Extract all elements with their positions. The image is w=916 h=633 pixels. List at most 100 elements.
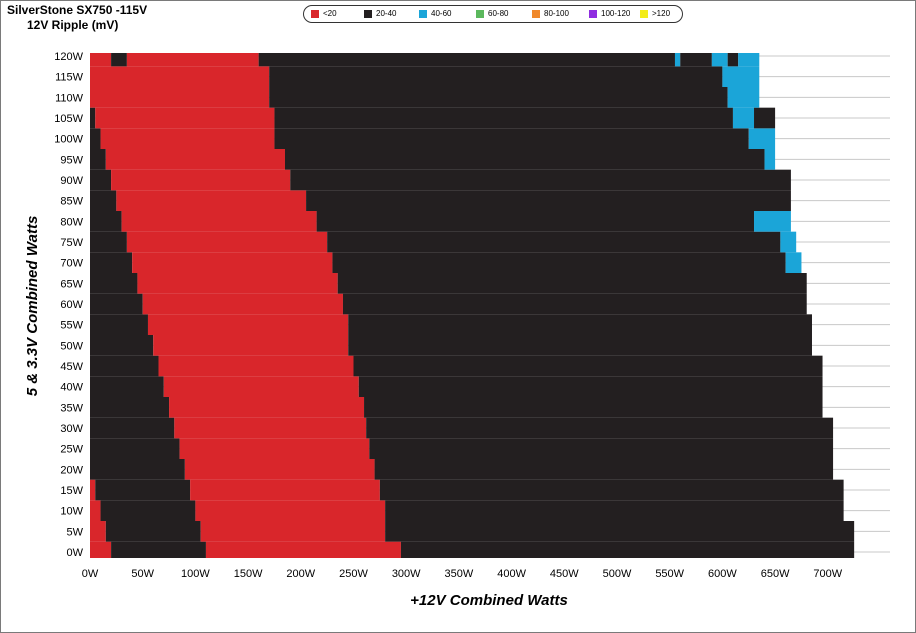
y-tick-label: 70W: [60, 258, 83, 270]
heatmap-cell: [90, 190, 117, 211]
heatmap-cell: [722, 66, 760, 87]
heatmap-cell: [100, 128, 275, 149]
heatmap-cell: [342, 293, 807, 315]
heatmap-cell: [90, 107, 96, 129]
y-axis-ticks: 0W 5W 10W 15W 20W 25W 30W 35W 40W 45W 50W 55W 60W 65W…: [54, 51, 83, 559]
x-tick-label: 700W: [813, 568, 842, 580]
heatmap-cell: [90, 355, 159, 377]
x-tick-label: 400W: [497, 568, 526, 580]
heatmap-cell: [400, 541, 855, 558]
heatmap-cell: [174, 417, 367, 439]
heatmap-cells: [90, 53, 855, 558]
heatmap-cell: [90, 66, 270, 87]
heatmap-cell: [258, 53, 675, 67]
heatmap-cell: [184, 459, 375, 480]
heatmap-cell: [132, 252, 333, 273]
y-tick-label: 110W: [55, 92, 84, 104]
heatmap-cell: [358, 376, 823, 397]
heatmap-cell: [754, 211, 791, 232]
heatmap-cell: [90, 521, 106, 542]
heatmap-cell: [274, 128, 749, 149]
x-tick-label: 50W: [131, 568, 154, 580]
y-tick-label: 25W: [60, 444, 83, 456]
heatmap-cell: [195, 500, 386, 521]
heatmap-cell: [284, 149, 765, 170]
heatmap-cell: [105, 521, 201, 542]
heatmap-cell: [200, 521, 386, 542]
heatmap-cell: [348, 314, 812, 335]
chart-frame: SilverStone SX750 -115V 12V Ripple (mV) …: [0, 0, 916, 633]
y-tick-label: 0W: [67, 547, 84, 559]
heatmap-cell: [385, 500, 844, 521]
y-tick-label: 75W: [60, 237, 83, 249]
heatmap-cell: [147, 314, 349, 335]
x-tick-label: 200W: [286, 568, 315, 580]
heatmap-cell: [142, 293, 343, 315]
x-tick-label: 600W: [708, 568, 737, 580]
y-tick-label: 80W: [60, 216, 83, 228]
x-tick-label: 350W: [445, 568, 474, 580]
heatmap-cell: [680, 53, 712, 67]
y-tick-label: 60W: [60, 299, 83, 311]
heatmap-cell: [332, 252, 786, 273]
heatmap-cell: [785, 252, 802, 273]
heatmap-cell: [90, 87, 270, 108]
heatmap-cell: [90, 438, 180, 459]
heatmap-cell: [711, 53, 728, 67]
y-tick-label: 50W: [60, 340, 83, 352]
heatmap-cell: [379, 479, 844, 501]
y-tick-label: 100W: [54, 134, 83, 146]
heatmap-cell: [137, 273, 338, 294]
heatmap-cell: [90, 541, 112, 558]
y-tick-label: 10W: [60, 506, 83, 518]
heatmap-cell: [269, 66, 723, 87]
heatmap-cell: [90, 169, 112, 191]
heatmap-cell: [269, 87, 728, 108]
heatmap-cell: [353, 355, 823, 377]
heatmap-cell: [754, 107, 776, 129]
y-tick-label: 40W: [60, 382, 83, 394]
heatmap-cell: [90, 231, 127, 253]
heatmap-cell: [306, 190, 791, 211]
y-tick-label: 45W: [60, 361, 83, 373]
heatmap-cell: [374, 459, 834, 480]
x-tick-label: 300W: [392, 568, 421, 580]
y-tick-label: 115W: [55, 72, 84, 84]
heatmap-cell: [169, 397, 365, 418]
heatmap-cell: [153, 335, 349, 356]
heatmap-cell: [90, 417, 175, 439]
heatmap-cell: [90, 500, 101, 521]
heatmap-cell: [116, 190, 307, 211]
heatmap-cell: [90, 252, 133, 273]
heatmap-cell: [90, 459, 185, 480]
x-tick-label: 150W: [234, 568, 263, 580]
heatmap-cell: [90, 293, 143, 315]
heatmap-cell: [348, 335, 812, 356]
heatmap-cell: [95, 479, 191, 501]
heatmap-cell: [748, 128, 776, 149]
x-tick-label: 0W: [82, 568, 99, 580]
y-tick-label: 85W: [60, 196, 83, 208]
heatmap-cell: [727, 53, 739, 67]
heatmap-cell: [738, 53, 760, 67]
heatmap-cell: [105, 149, 285, 170]
heatmap-cell: [205, 541, 401, 558]
y-tick-label: 65W: [60, 278, 83, 290]
heatmap-cell: [674, 53, 681, 67]
heatmap-cell: [90, 149, 106, 170]
heatmap-cell: [290, 169, 791, 191]
heatmap-cell: [337, 273, 807, 294]
y-tick-label: 30W: [60, 423, 83, 435]
y-tick-label: 105W: [54, 113, 83, 125]
heatmap-cell: [764, 149, 776, 170]
y-tick-label: 15W: [60, 485, 83, 497]
x-tick-label: 500W: [603, 568, 632, 580]
heatmap-cell: [366, 417, 834, 439]
heatmap-cell: [90, 273, 138, 294]
heatmap-cell: [158, 355, 354, 377]
heatmap-cell: [780, 231, 797, 253]
heatmap-cell: [90, 211, 122, 232]
x-tick-label: 250W: [339, 568, 368, 580]
heatmap-cell: [369, 438, 834, 459]
y-axis-label: 5 & 3.3V Combined Watts: [24, 216, 41, 397]
